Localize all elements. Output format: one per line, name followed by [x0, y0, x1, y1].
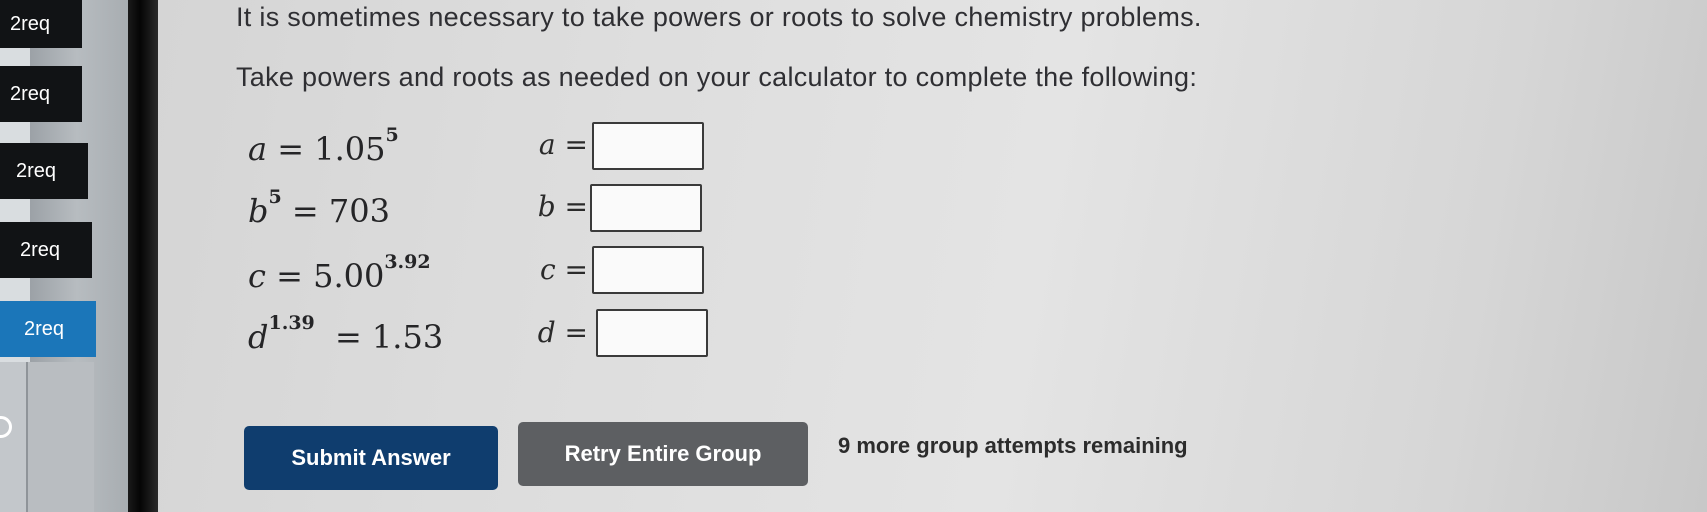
equation-exponent: 3.92 [384, 251, 431, 273]
sidebar-item-req-1[interactable]: 2req [0, 0, 82, 48]
equals-sign: = [291, 192, 319, 230]
answer-var: c [539, 253, 556, 286]
intro-line-1: It is sometimes necessary to take powers… [236, 2, 1202, 32]
equation-rhs: 5.00 [313, 257, 385, 295]
equation-d: d1.39 = 1.53 [248, 312, 444, 356]
answer-equals: = [564, 316, 588, 349]
answer-input-d[interactable] [596, 309, 708, 357]
answer-equals: = [564, 128, 588, 161]
equals-sign: = [277, 130, 305, 168]
answer-label-c: c = [526, 253, 588, 286]
sidebar-item-req-4[interactable]: 2req [0, 222, 92, 278]
intro-line-2: Take powers and roots as needed on your … [236, 62, 1198, 92]
equals-sign: = [334, 318, 362, 356]
answer-label-a: a = [526, 128, 588, 161]
answer-var: b [537, 190, 556, 223]
sidebar-item-req-2[interactable]: 2req [0, 66, 82, 122]
answer-input-a[interactable] [592, 122, 704, 170]
equation-a: a = 1.055 [248, 124, 399, 168]
attempts-remaining-text: 9 more group attempts remaining [838, 433, 1188, 458]
answer-label-b: b = [526, 190, 588, 223]
sidebar-item-label: 2req [20, 238, 61, 261]
equation-rhs: 703 [328, 192, 390, 230]
equation-rhs: 1.53 [371, 318, 444, 356]
equation-lhs: a [248, 130, 268, 168]
answer-input-b[interactable] [590, 184, 702, 232]
retry-group-button[interactable]: Retry Entire Group [518, 422, 808, 486]
equation-lhs: c [248, 257, 266, 295]
equation-rhs: 1.05 [314, 130, 386, 168]
answer-var: d [537, 316, 556, 349]
sidebar-panel-inner [26, 362, 94, 512]
submit-answer-button[interactable]: Submit Answer [244, 426, 498, 490]
sidebar-item-label: 2req [10, 12, 51, 35]
equation-b: b5 = 703 [248, 186, 390, 230]
equation-exponent: 1.39 [268, 312, 315, 334]
sidebar-item-label: 2req [10, 82, 51, 105]
sidebar-item-req-5[interactable]: 2req [0, 301, 96, 357]
sidebar-item-req-3[interactable]: 2req [0, 143, 88, 199]
sidebar-item-label: 2req [24, 317, 65, 340]
equation-lhs: d [248, 318, 269, 356]
sidebar-divider [128, 0, 158, 512]
retry-group-label: Retry Entire Group [564, 441, 762, 466]
equation-lhs: b [248, 192, 269, 230]
equals-sign: = [276, 257, 303, 295]
answer-input-c[interactable] [592, 246, 704, 294]
equation-c: c = 5.003.92 [248, 251, 431, 295]
screen: 2req 2req 2req 2req 2req It is sometimes… [0, 0, 1707, 512]
sidebar-item-label: 2req [16, 159, 57, 182]
answer-label-d: d = [526, 316, 588, 349]
answer-equals: = [564, 190, 588, 223]
submit-answer-label: Submit Answer [291, 445, 451, 470]
equation-exponent: 5 [385, 124, 399, 146]
answer-var: a [538, 128, 556, 161]
answer-equals: = [564, 253, 588, 286]
equation-exponent: 5 [268, 186, 282, 208]
